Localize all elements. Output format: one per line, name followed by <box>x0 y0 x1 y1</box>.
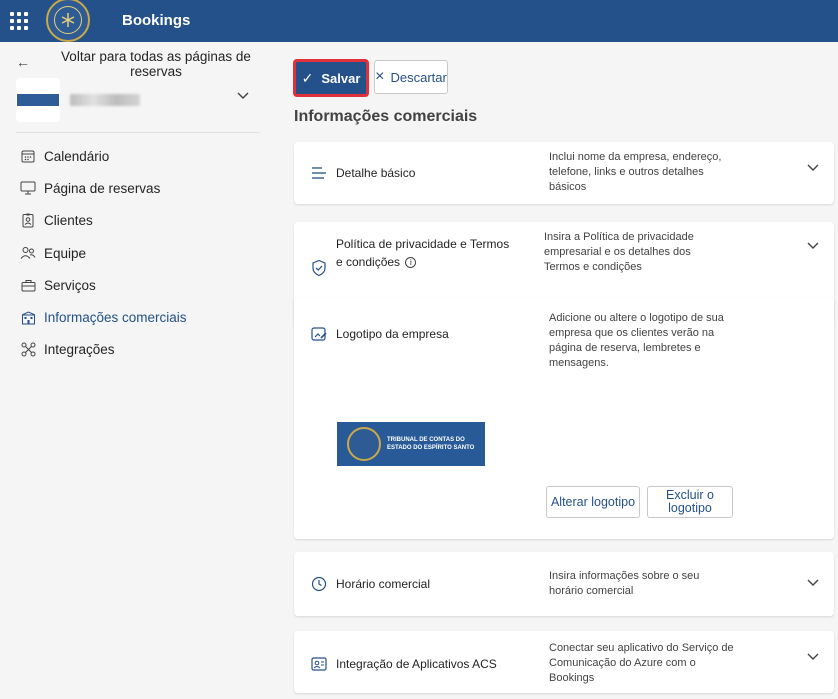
info-icon[interactable]: i <box>405 257 417 269</box>
chevron-down-icon[interactable] <box>806 649 820 663</box>
card-description: Conectar seu aplicativo do Serviço de Co… <box>549 642 734 684</box>
business-selector[interactable] <box>16 78 260 122</box>
sidebar-nav: Calendário Página de reservas Clientes E… <box>0 140 278 366</box>
card-title: Integração de Aplicativos ACS <box>336 657 497 671</box>
business-logo <box>16 78 60 122</box>
sidebar-item-label: Calendário <box>44 148 110 164</box>
card-description: Insira informações sobre o seu horário c… <box>549 570 700 597</box>
page-title: Informações comerciais <box>294 108 478 125</box>
card-description: Insira a Política de privacidade empresa… <box>544 231 694 273</box>
logo-text-line: TRIBUNAL DE CONTAS DO <box>387 437 465 443</box>
people-icon <box>20 245 36 261</box>
chevron-down-icon[interactable] <box>236 88 250 102</box>
sidebar-item-services[interactable]: Serviços <box>0 269 278 301</box>
company-logo-preview: TRIBUNAL DE CONTAS DO ESTADO DO ESPÍRITO… <box>337 422 485 466</box>
sidebar-item-staff[interactable]: Equipe <box>0 237 278 269</box>
logo-text-line: ESTADO DO ESPÍRITO SANTO <box>387 445 475 451</box>
calendar-icon <box>20 148 36 164</box>
business-hours-card[interactable]: Horário comercial Insira informações sob… <box>294 552 834 616</box>
main-content: ✓ Salvar × Descartar Informações comerci… <box>278 42 838 699</box>
contact-card-icon <box>20 213 36 229</box>
seal-icon <box>347 427 381 461</box>
sidebar-item-label: Serviços <box>44 277 96 293</box>
app-title: Bookings <box>122 12 191 29</box>
app-launcher-icon[interactable] <box>10 12 28 30</box>
sidebar-item-calendar[interactable]: Calendário <box>0 140 278 172</box>
chevron-down-icon[interactable] <box>806 160 820 174</box>
basic-details-card[interactable]: Detalhe básico Inclui nome da empresa, e… <box>294 142 834 204</box>
back-link-label[interactable]: Voltar para todas as páginas de reservas <box>56 49 256 79</box>
sidebar: ← Voltar para todas as páginas de reserv… <box>0 42 278 699</box>
company-logo-card: Logotipo da empresa Adicione ou altere o… <box>294 297 834 539</box>
sidebar-item-booking-page[interactable]: Página de reservas <box>0 172 278 204</box>
card-description: Inclui nome da empresa, endereço, telefo… <box>549 151 722 193</box>
checkmark-icon: ✓ <box>301 69 314 86</box>
save-button[interactable]: ✓ Salvar <box>294 60 368 96</box>
save-button-label: Salvar <box>321 70 361 86</box>
integration-icon <box>20 342 36 358</box>
shield-check-icon <box>312 259 326 277</box>
organization-logo <box>46 0 90 42</box>
sidebar-item-business-info[interactable]: Informações comerciais <box>0 301 278 333</box>
sidebar-item-label: Equipe <box>44 245 87 261</box>
contact-card-icon <box>311 657 327 671</box>
briefcase-icon <box>20 277 36 293</box>
sidebar-item-label: Informações comerciais <box>44 310 187 326</box>
discard-button[interactable]: × Descartar <box>374 60 448 94</box>
sidebar-item-label: Clientes <box>44 213 93 229</box>
card-title: Logotipo da empresa <box>336 327 449 341</box>
card-description: Adicione ou altere o logotipo de sua emp… <box>549 312 724 369</box>
image-edit-icon <box>311 327 327 341</box>
top-bar: Bookings <box>0 0 838 42</box>
card-title: Detalhe básico <box>336 166 416 180</box>
building-icon <box>20 310 36 326</box>
business-name-redacted <box>70 94 140 106</box>
text-lines-icon <box>312 167 326 179</box>
card-title-wrap: Política de privacidade e Termos e condi… <box>336 235 516 271</box>
close-icon: × <box>375 68 385 85</box>
divider <box>16 132 260 133</box>
delete-logo-button[interactable]: Excluir o logotipo <box>647 486 733 518</box>
clock-icon <box>311 576 327 592</box>
monitor-icon <box>20 180 36 196</box>
sidebar-item-customers[interactable]: Clientes <box>0 205 278 237</box>
chevron-down-icon[interactable] <box>806 575 820 589</box>
card-title: Horário comercial <box>336 577 431 591</box>
sidebar-item-integrations[interactable]: Integrações <box>0 334 278 366</box>
acs-integration-card[interactable]: Integração de Aplicativos ACS Conectar s… <box>294 631 834 693</box>
discard-button-label: Descartar <box>390 69 447 85</box>
sidebar-item-label: Integrações <box>44 342 115 358</box>
sidebar-item-label: Página de reservas <box>44 180 161 196</box>
change-logo-button[interactable]: Alterar logotipo <box>546 486 640 518</box>
back-arrow-icon[interactable]: ← <box>16 54 30 70</box>
card-title: Política de privacidade e Termos e condi… <box>336 237 510 269</box>
chevron-down-icon[interactable] <box>806 238 820 252</box>
